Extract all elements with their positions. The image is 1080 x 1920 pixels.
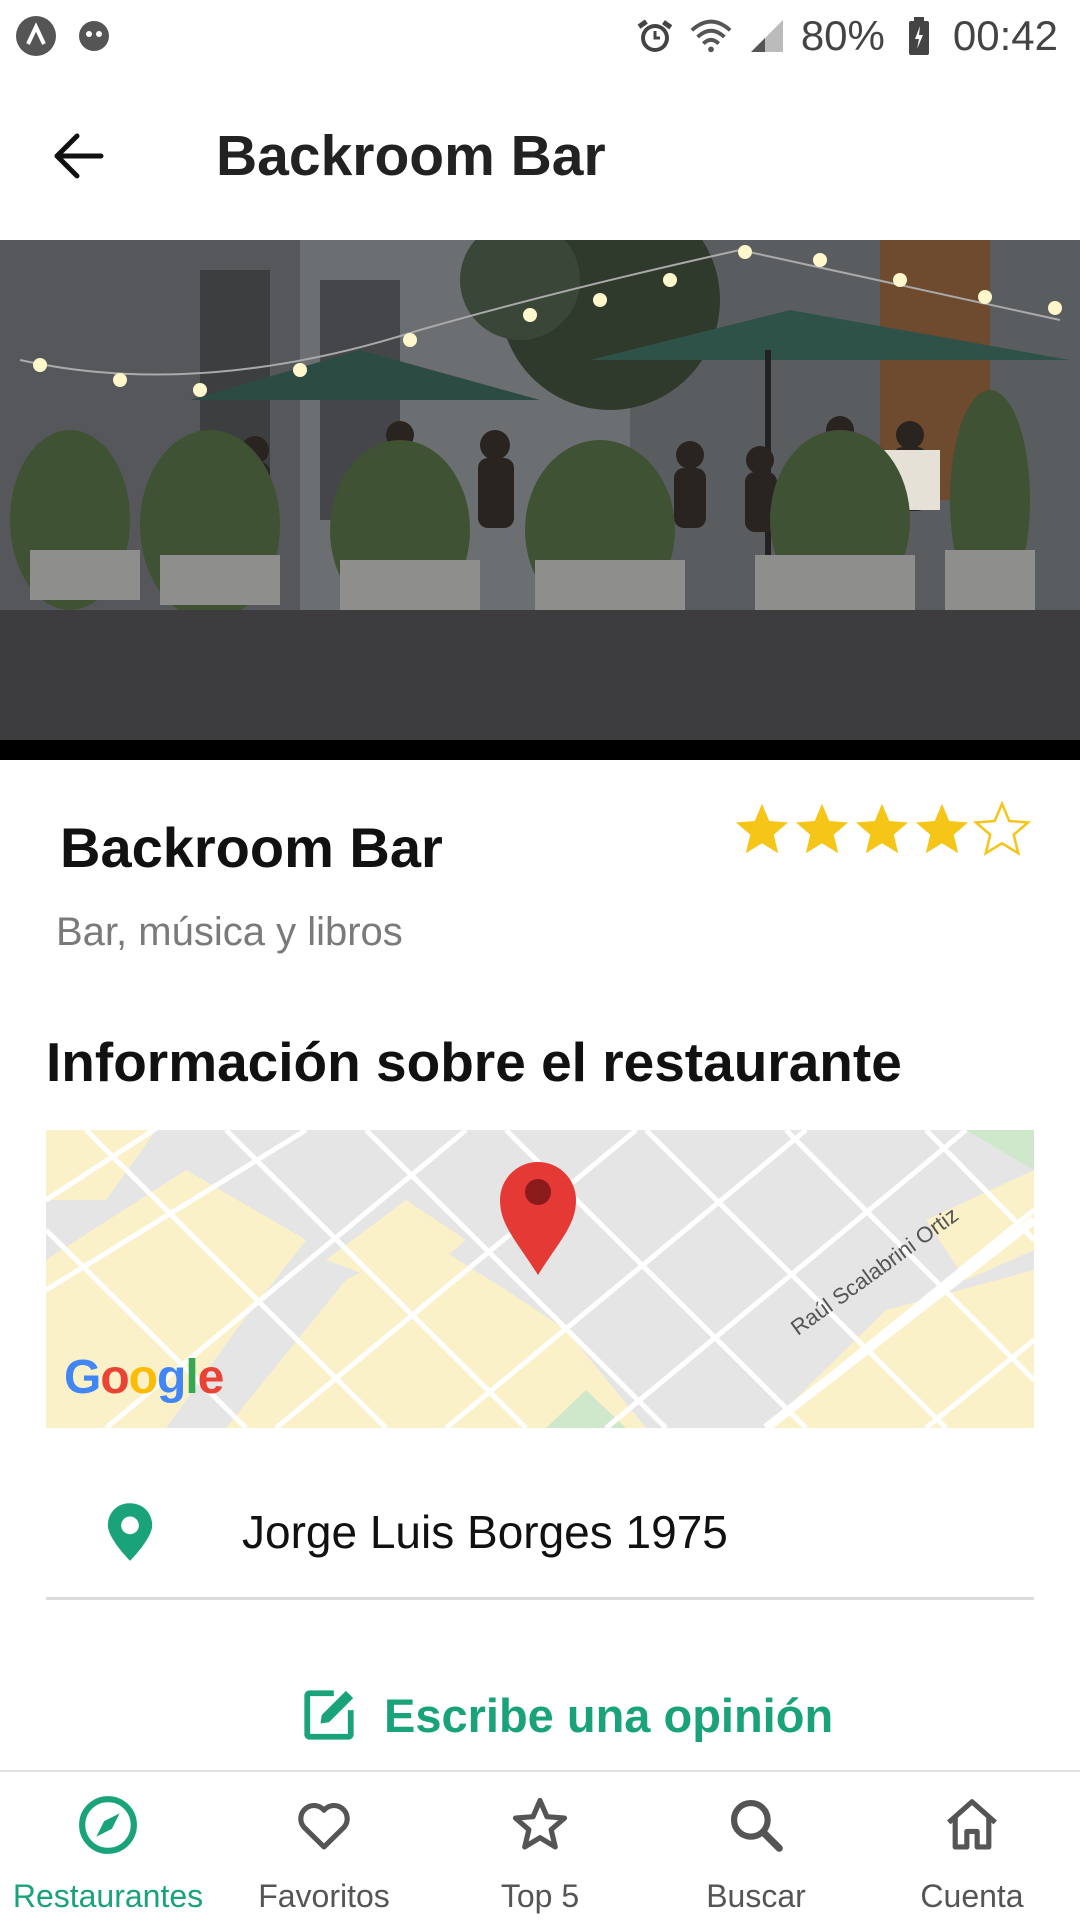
- page-title: Backroom Bar: [216, 124, 606, 188]
- star-filled-icon: [796, 803, 848, 854]
- notification-icon: [72, 14, 116, 58]
- nav-buscar[interactable]: Buscar: [648, 1772, 864, 1920]
- heart-icon: [298, 1802, 350, 1850]
- status-left: [14, 14, 116, 58]
- back-button[interactable]: [24, 101, 134, 211]
- star-empty-icon: [972, 800, 1032, 856]
- app-icon-a: [14, 14, 58, 58]
- write-review-button[interactable]: Escribe una opinión: [300, 1680, 833, 1750]
- alarm-icon: [633, 14, 677, 58]
- compass-icon: [79, 1796, 137, 1854]
- wifi-icon: [689, 14, 733, 58]
- battery-percent: 80%: [800, 12, 885, 59]
- address-row[interactable]: Jorge Luis Borges 1975: [46, 1466, 1034, 1600]
- nav-label: Restaurantes: [12, 1878, 204, 1914]
- bottom-navigation: Restaurantes Favoritos Top 5 Buscar Cuen…: [0, 1770, 1080, 1920]
- nav-label: Top 5: [500, 1878, 580, 1914]
- nav-restaurantes[interactable]: Restaurantes: [0, 1772, 216, 1920]
- edit-icon: [304, 1690, 354, 1740]
- nav-label: Buscar: [706, 1878, 806, 1914]
- star-outline-icon: [512, 1797, 568, 1850]
- nav-top-5[interactable]: Top 5: [432, 1772, 648, 1920]
- clock: 00:42: [952, 12, 1058, 59]
- star-filled-icon: [916, 803, 968, 854]
- battery-icon: [897, 14, 941, 58]
- home-icon: [947, 1799, 997, 1850]
- status-bar: 80% 00:42: [0, 0, 1080, 72]
- restaurant-photo: [0, 240, 1080, 760]
- arrow-left-icon: [54, 133, 104, 179]
- restaurant-description: Bar, música y libros: [56, 910, 403, 954]
- google-logo: Google: [64, 1351, 224, 1404]
- section-title: Información sobre el restaurante: [46, 1031, 902, 1093]
- status-right: 80% 00:42: [633, 12, 1058, 60]
- location-pin-icon: [107, 1502, 153, 1561]
- write-review-label: Escribe una opinión: [384, 1688, 834, 1742]
- nav-label: Cuenta: [920, 1878, 1024, 1914]
- restaurant-detail-screen: 80% 00:42 Backroom Bar Backroom Bar Bar,…: [0, 0, 1080, 1920]
- star-filled-icon: [736, 803, 788, 854]
- signal-icon: [745, 14, 789, 58]
- nav-label: Favoritos: [258, 1878, 390, 1914]
- nav-favoritos[interactable]: Favoritos: [216, 1772, 432, 1920]
- address-text: Jorge Luis Borges 1975: [242, 1505, 728, 1558]
- search-icon: [730, 1799, 783, 1852]
- star-filled-icon: [856, 803, 908, 854]
- nav-cuenta[interactable]: Cuenta: [864, 1772, 1080, 1920]
- restaurant-name: Backroom Bar: [60, 816, 443, 879]
- star-rating: [732, 800, 1032, 860]
- app-bar: Backroom Bar: [0, 72, 1080, 240]
